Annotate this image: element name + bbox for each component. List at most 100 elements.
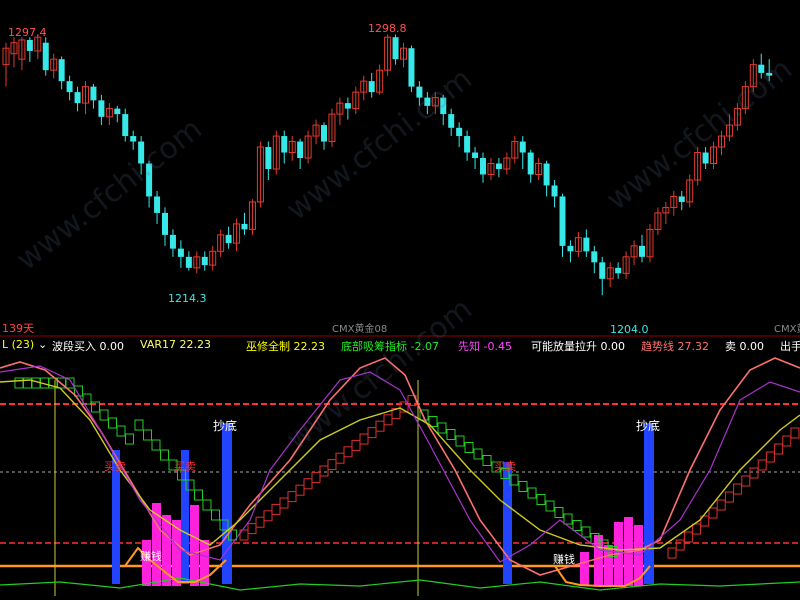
candle-body-down (130, 136, 137, 142)
trend-step-up (327, 459, 337, 471)
trend-step-down (116, 425, 126, 437)
candle-body-down (185, 256, 192, 268)
trend-step-up (375, 420, 385, 432)
candle-body-down (177, 248, 184, 257)
indicator-dropdown-icon[interactable]: ⌄ (38, 338, 47, 351)
candle-body-down (559, 196, 566, 246)
trend-step-up (757, 459, 767, 471)
accumulation-column (142, 540, 151, 586)
trend-step-down (581, 526, 591, 538)
trend-step-up (774, 443, 784, 455)
trend-step-up (724, 491, 734, 503)
trend-step-up (667, 547, 677, 559)
candle-body-down (26, 39, 33, 51)
candle-body-down (678, 196, 685, 202)
candle-body-down (480, 158, 486, 175)
candle-body-down (58, 59, 65, 82)
candle-body-down (154, 196, 161, 213)
candle-body-down (543, 163, 550, 186)
trend-step-up (367, 427, 377, 439)
trend-step-up (247, 523, 257, 535)
trend-step-down (482, 455, 492, 466)
trend-step-up (319, 465, 329, 477)
symbol-label: CMX黄金08 (332, 322, 387, 335)
trend-step-up (765, 451, 775, 463)
trend-step-up (303, 478, 313, 490)
candle-body-down (408, 48, 415, 87)
chart-canvas: 1297.4 1298.8 1214.3 1204.0 139天 CMX黄金08 CMX黄抄… (0, 22, 800, 596)
trend-step-up (741, 475, 751, 487)
candle-body-down (344, 103, 351, 109)
candle-body-down (591, 251, 598, 263)
trend-step-down (437, 422, 447, 434)
buy-column (503, 462, 512, 584)
trend-step-up (279, 497, 289, 509)
trend-step-up (343, 446, 353, 458)
low-label-right: 1204.0 (610, 323, 649, 336)
trend-step-down (160, 449, 169, 461)
trend-step-up (271, 503, 281, 515)
buy-column (222, 423, 232, 584)
accumulation-column (580, 552, 589, 586)
trend-step-up (263, 510, 273, 522)
trend-step-up (295, 484, 305, 496)
trend-step-down (143, 429, 152, 441)
indicator-item: 巫修全制 22.23 (246, 340, 325, 353)
candle-body-down (368, 81, 375, 93)
candle-body-down (281, 136, 288, 153)
accumulation-column (190, 505, 199, 586)
sell-label: 买卖 (104, 460, 126, 473)
indicator-item: 出手就赢 0.00 (780, 340, 800, 353)
trend-step-up (311, 471, 321, 483)
trend-step-down (518, 481, 528, 492)
indicator-item: 卖 0.00 (725, 340, 764, 353)
trend-step-up (790, 427, 800, 439)
trend-step-down (446, 429, 456, 440)
candle-body-down (122, 114, 129, 137)
candle-body-down (456, 127, 463, 137)
candle-body-down (265, 147, 272, 169)
candle-body-down (297, 141, 304, 159)
high-label-mid: 1298.8 (368, 22, 407, 35)
trend-step-up (255, 516, 265, 528)
trend-step-down (464, 442, 474, 453)
trend-step-down (545, 500, 555, 512)
trend-step-up (733, 483, 743, 495)
trend-step-down (572, 520, 582, 531)
low-label-left: 1214.3 (168, 292, 207, 305)
sell-label: 买卖 (494, 460, 516, 473)
trend-step-down (527, 487, 537, 499)
candle-body-down (472, 152, 479, 159)
indicator-item: 趋势线 27.32 (641, 340, 709, 353)
trend-step-up (675, 539, 685, 551)
candle-body-down (464, 136, 471, 153)
trend-step-down (194, 489, 203, 501)
candle-body-down (169, 234, 176, 249)
trend-step-up (749, 467, 759, 479)
candle-body-down (392, 37, 399, 60)
accumulation-column (152, 503, 161, 586)
symbol-label-right: CMX黄 (774, 322, 800, 335)
trend-step-down (125, 433, 134, 445)
candle-body-down (567, 245, 574, 252)
candle-body-down (702, 152, 709, 164)
trend-step-down (563, 513, 573, 525)
trend-step-down (14, 377, 24, 389)
candle-body-down (42, 42, 49, 71)
candle-body-down (90, 86, 97, 101)
period-label: 139天 (2, 322, 34, 335)
trend-step-down (108, 417, 117, 429)
candle-body-down (583, 237, 590, 252)
trend-step-up (359, 433, 369, 445)
candle-body-down (551, 185, 558, 197)
candle-body-down (225, 234, 232, 244)
candle-body-down (114, 108, 121, 115)
trend-step-down (82, 393, 92, 405)
candle-body-down (241, 223, 248, 230)
trend-step-up (351, 439, 361, 451)
indicator-name[interactable]: L (23) (2, 338, 34, 351)
candle-body-down (527, 152, 534, 175)
candle-body-down (615, 267, 622, 274)
sell-label: 买卖 (174, 460, 196, 473)
trend-step-up (692, 523, 702, 535)
